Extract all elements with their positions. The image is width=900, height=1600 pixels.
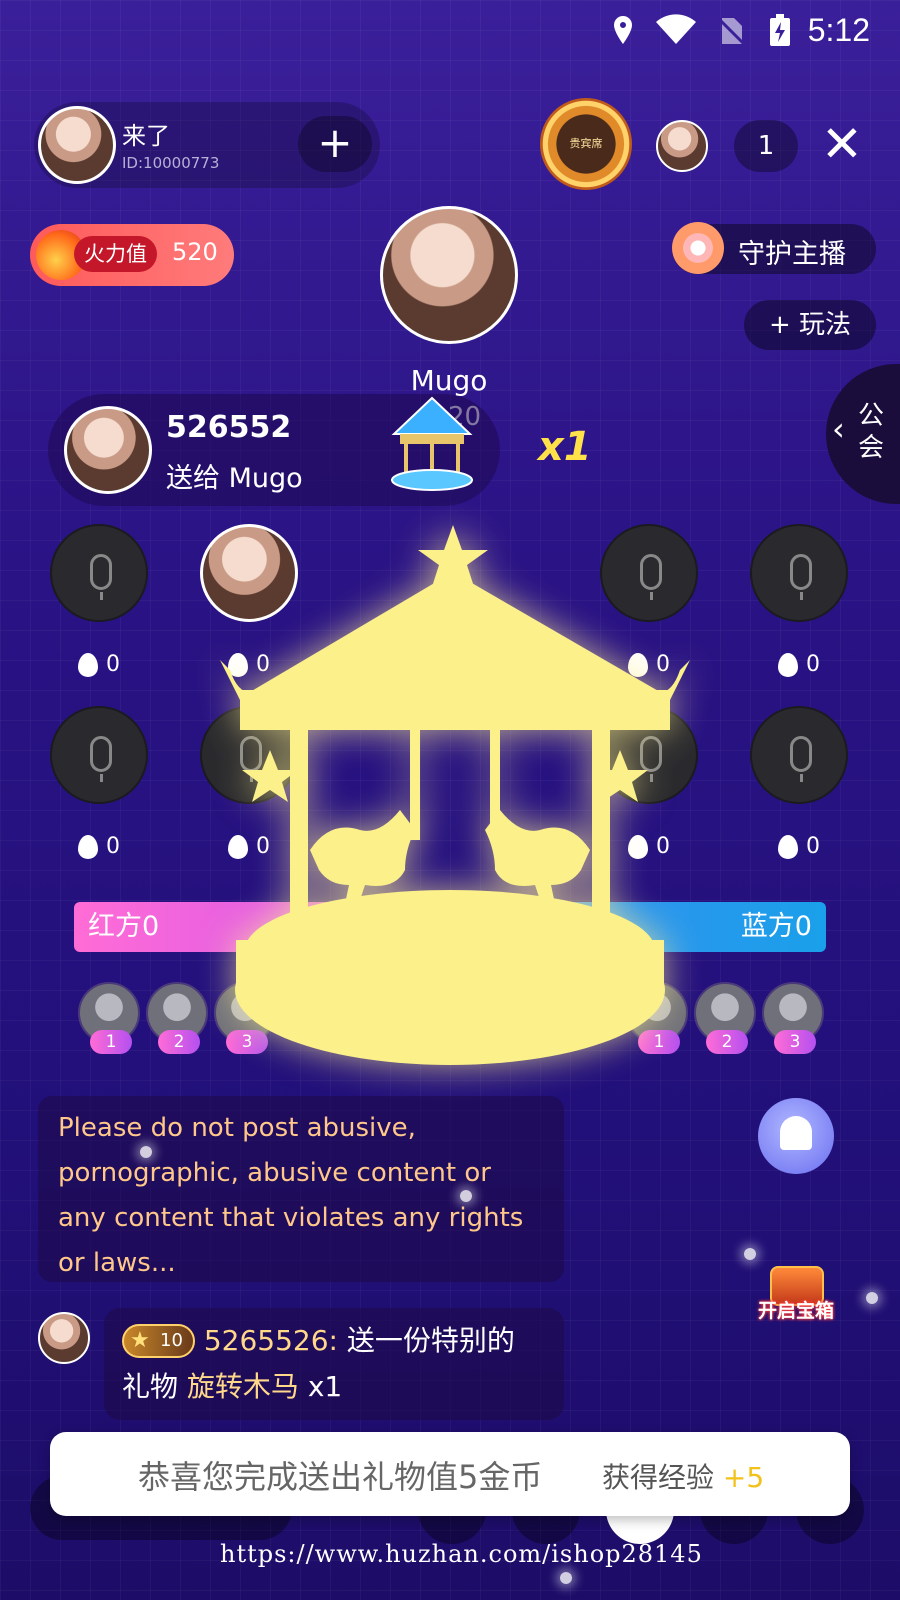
- chat-gift-qty: x1: [298, 1370, 343, 1403]
- reward-toast: 恭喜您完成送出礼物值5金币 获得经验 +5: [50, 1432, 850, 1516]
- sparkle: [866, 1292, 878, 1304]
- guild-label: 公会: [858, 401, 885, 463]
- status-time: 5:12: [807, 12, 870, 48]
- battery-icon: [770, 14, 790, 46]
- guard-label: 守护主播: [738, 239, 846, 270]
- flame-icon: [78, 653, 98, 677]
- room-notice: Please do not post abusive, pornographic…: [38, 1096, 564, 1282]
- wifi-icon: [656, 14, 696, 44]
- host-id: ID:10000773: [122, 154, 220, 172]
- fire-value: 520: [172, 238, 218, 266]
- flame-icon: [778, 653, 798, 677]
- viewer-count[interactable]: 1: [734, 120, 798, 172]
- shield-icon: [672, 222, 724, 274]
- seat-score: 0: [78, 834, 120, 859]
- close-button[interactable]: ✕: [818, 119, 866, 170]
- watermark: https://www.huzhan.com/ishop28145: [220, 1540, 703, 1568]
- seat-score: 0: [78, 652, 120, 677]
- mic-seat[interactable]: [50, 524, 148, 622]
- host-name: 来了: [122, 122, 170, 150]
- host-info[interactable]: 来了 ID:10000773 +: [34, 102, 380, 188]
- toast-exp: 获得经验 +5: [602, 1461, 765, 1494]
- mic-seat[interactable]: [750, 706, 848, 804]
- status-bar: 5:12: [0, 0, 900, 60]
- guild-tab[interactable]: ‹ 公会: [826, 364, 900, 504]
- follow-button[interactable]: +: [298, 116, 372, 172]
- red-rank-seat[interactable]: 1: [78, 982, 140, 1054]
- gift-sender-avatar: [64, 406, 152, 494]
- host-avatar[interactable]: [38, 106, 116, 184]
- gift-count: x1: [538, 424, 592, 470]
- toast-message: 恭喜您完成送出礼物值5金币: [138, 1458, 543, 1496]
- seat-score: 0: [778, 834, 820, 859]
- chat-user-avatar[interactable]: [38, 1312, 90, 1364]
- flame-icon: [778, 835, 798, 859]
- chat-message: 10 5265526: 送一份特别的 礼物 旋转木马 x1: [104, 1308, 564, 1420]
- user-level-badge: 10: [122, 1324, 195, 1358]
- treasure-label: 开启宝箱: [757, 1300, 834, 1322]
- sparkle: [744, 1248, 756, 1260]
- anchor-avatar[interactable]: [380, 206, 518, 344]
- carousel-gift-animation: [220, 525, 690, 1065]
- notification-button[interactable]: [758, 1098, 834, 1174]
- red-rank-seat[interactable]: 2: [146, 982, 208, 1054]
- blue-rank-seat[interactable]: 3: [762, 982, 824, 1054]
- carousel-gift-icon: [391, 396, 473, 491]
- fire-label: 火力值: [74, 236, 157, 272]
- gameplay-button[interactable]: + 玩法: [744, 300, 876, 350]
- location-icon: [614, 16, 632, 44]
- mic-seat[interactable]: [750, 524, 848, 622]
- fire-value-pill[interactable]: 火力值 520: [30, 224, 234, 286]
- treasure-chest-button[interactable]: 开启宝箱: [752, 1266, 840, 1326]
- no-sim-icon: [716, 16, 746, 46]
- chat-gift-name: 旋转木马: [186, 1370, 299, 1403]
- blue-rank-seat[interactable]: 2: [694, 982, 756, 1054]
- seat-score: 0: [778, 652, 820, 677]
- guard-anchor-button[interactable]: 守护主播: [672, 222, 876, 274]
- flame-icon: [78, 835, 98, 859]
- mic-seat[interactable]: [50, 706, 148, 804]
- bell-icon: [780, 1116, 812, 1150]
- sparkle: [460, 1190, 472, 1202]
- chat-username[interactable]: 5265526:: [204, 1324, 338, 1357]
- gift-sender-name: 526552: [166, 410, 292, 445]
- chat-text-2: 礼物: [122, 1370, 187, 1403]
- viewer-avatar[interactable]: [656, 120, 708, 172]
- gift-recipient: 送给 Mugo: [166, 463, 303, 494]
- sparkle: [560, 1572, 572, 1584]
- chat-text-1: 送一份特别的: [337, 1324, 515, 1357]
- chevron-left-icon: ‹: [832, 410, 845, 448]
- sparkle: [140, 1146, 152, 1158]
- anchor-name: Mugo: [410, 364, 488, 397]
- gift-banner: 526552 送给 Mugo: [48, 394, 500, 506]
- vip-seat-badge[interactable]: 贵宾席: [540, 98, 632, 190]
